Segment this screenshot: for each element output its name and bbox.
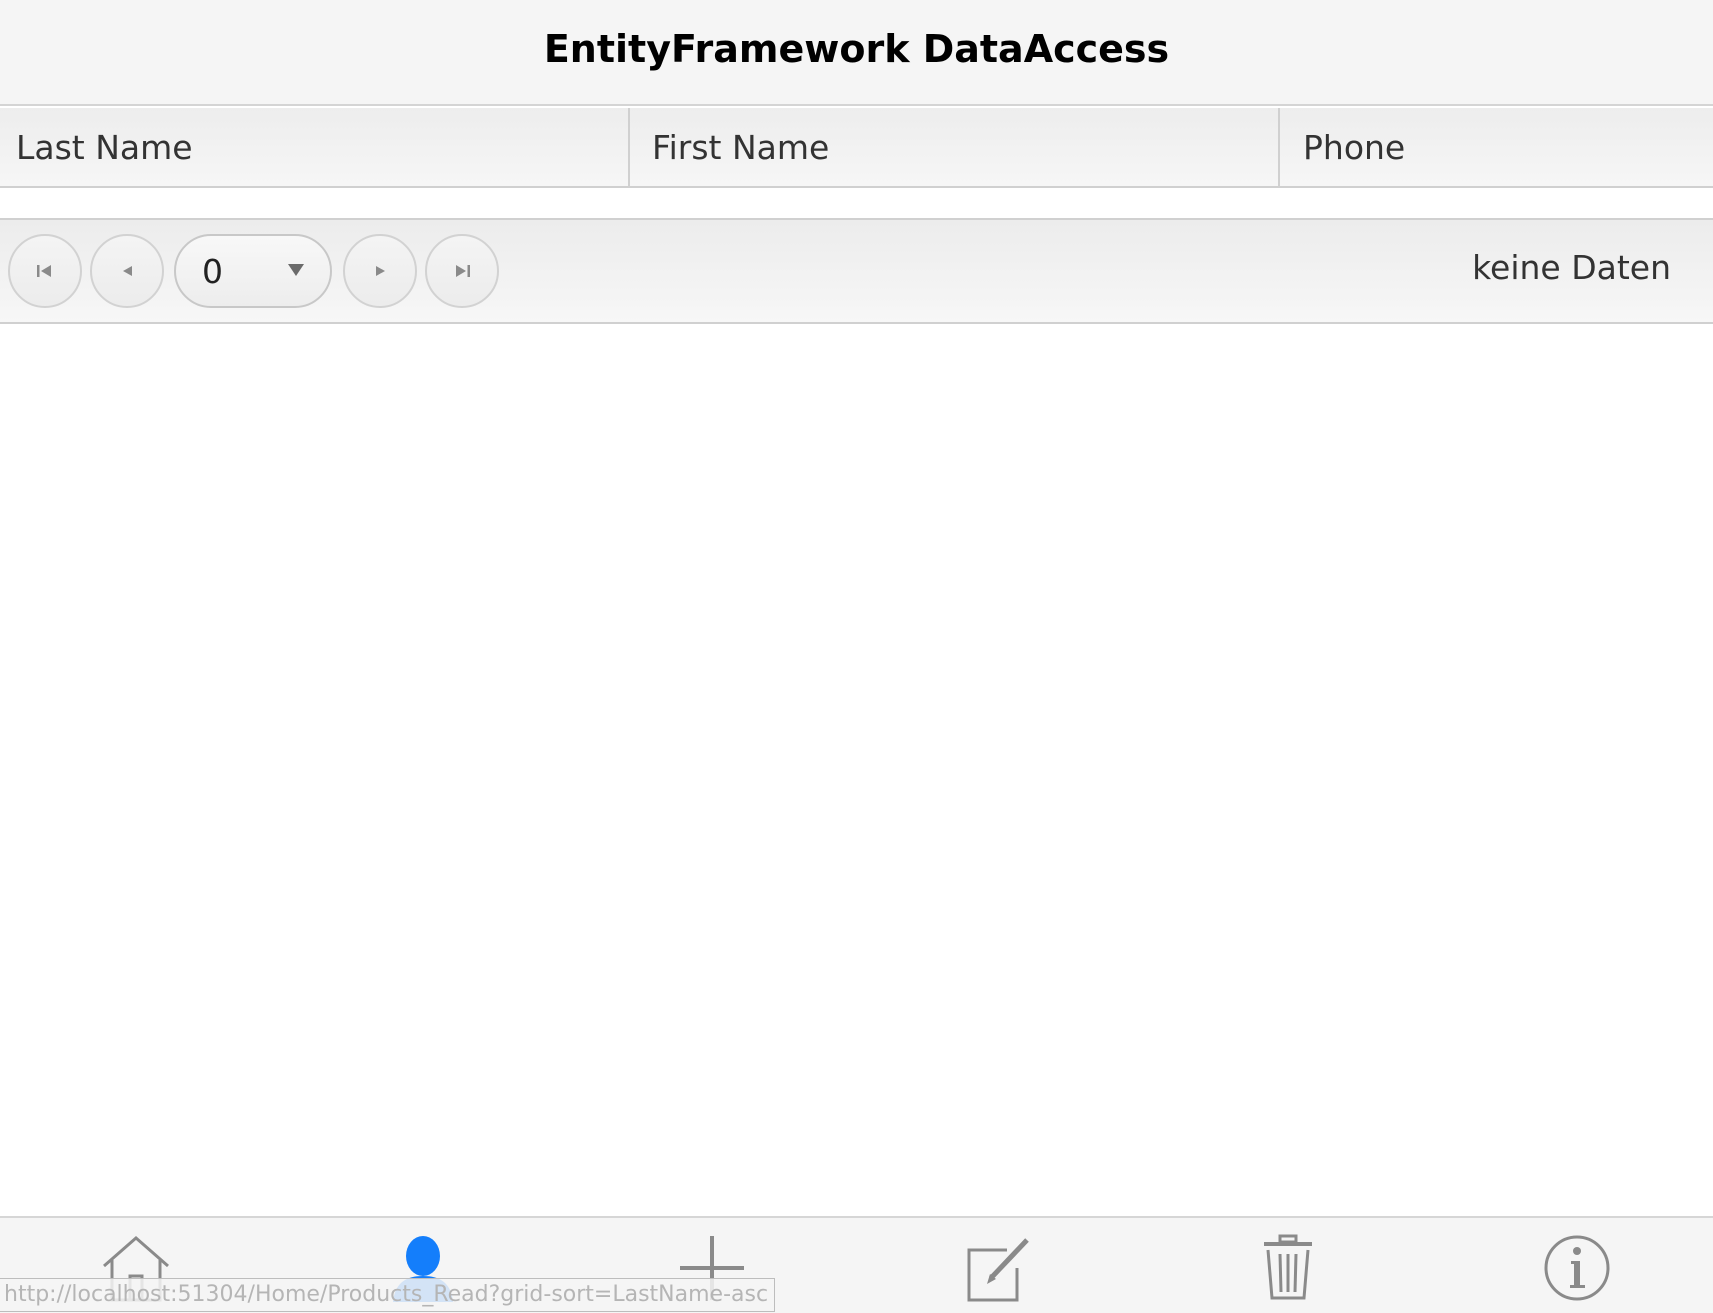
first-page-button[interactable] <box>8 234 82 308</box>
first-page-icon <box>37 265 51 277</box>
tab-delete[interactable] <box>1248 1234 1328 1308</box>
tab-edit[interactable] <box>959 1234 1039 1308</box>
last-page-button[interactable] <box>425 234 499 308</box>
tab-info[interactable] <box>1537 1234 1617 1308</box>
column-header-first-name[interactable]: First Name <box>630 108 1280 186</box>
grid-header: Last Name First Name Phone <box>0 108 1713 188</box>
last-page-icon <box>456 265 470 277</box>
page-title: EntityFramework DataAccess <box>543 27 1170 71</box>
chevron-down-icon <box>288 264 304 276</box>
next-page-icon <box>376 266 385 276</box>
previous-page-button[interactable] <box>90 234 164 308</box>
previous-page-icon <box>123 266 132 276</box>
column-header-phone[interactable]: Phone <box>1280 108 1713 186</box>
navbar: EntityFramework DataAccess <box>0 0 1713 106</box>
next-page-button[interactable] <box>343 234 417 308</box>
pager: 0 keine Daten <box>0 218 1713 324</box>
page-select-value: 0 <box>202 252 223 291</box>
column-header-last-name[interactable]: Last Name <box>0 108 630 186</box>
pager-info: keine Daten <box>1472 248 1671 287</box>
grid-body <box>0 188 1713 218</box>
trash-icon <box>1264 1234 1312 1300</box>
status-bar-url: http://localhost:51304/Home/Products_Rea… <box>0 1278 776 1312</box>
info-icon <box>1544 1235 1610 1301</box>
page-select[interactable]: 0 <box>174 234 332 308</box>
edit-icon <box>967 1238 1029 1302</box>
